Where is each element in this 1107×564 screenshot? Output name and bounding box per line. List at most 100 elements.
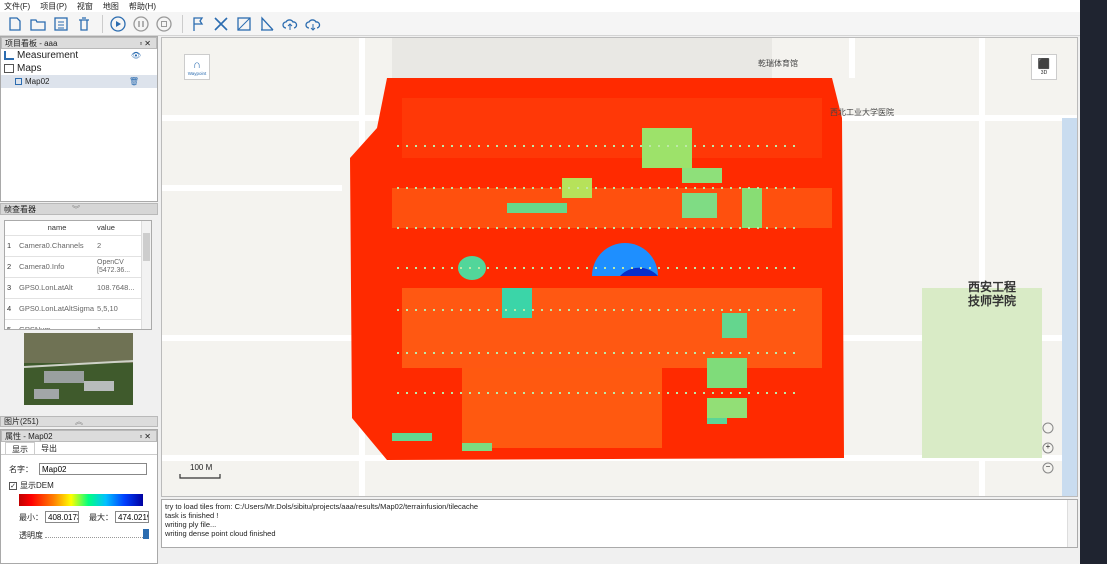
tab-export[interactable]: 导出	[35, 442, 63, 454]
measure-icon[interactable]	[257, 14, 277, 34]
max-input[interactable]	[115, 511, 149, 523]
dem-color-ramp	[19, 494, 143, 506]
frame-preview-image	[24, 333, 133, 405]
tree-item-label: Map02	[25, 77, 50, 86]
log-line: try to load tiles from: C:/Users/Mr.Dols…	[165, 502, 479, 511]
flag-icon[interactable]	[188, 14, 208, 34]
map-icon	[15, 78, 22, 85]
row-name: GPS0.LonLatAltSigma	[17, 298, 95, 320]
table-header-value[interactable]: value	[95, 221, 143, 236]
poi-college[interactable]: 西安工程 技师学院	[968, 280, 1016, 308]
app-window: 文件(F) 项目(P) 视窗 地图 帮助(H) 项目看板 - aaa ▫✕ Me…	[0, 0, 1107, 564]
new-icon[interactable]	[5, 14, 25, 34]
properties-panel: 属性 - Map02 ▫✕ 显示 导出 名字： ✓ 显示DEM 最小： 最大： …	[0, 429, 158, 564]
tab-display[interactable]: 显示	[5, 442, 35, 454]
opacity-slider-handle[interactable]	[143, 528, 149, 539]
frame-viewer-title: 帧查看器	[4, 204, 36, 214]
toolbar-separator	[102, 14, 103, 33]
toolbar	[0, 12, 1080, 36]
row-value: 5,5,10	[95, 298, 143, 320]
measurement-icon	[4, 51, 14, 60]
collapse-chevron-icon[interactable]: ︾	[72, 204, 85, 215]
zoom-out-icon[interactable]: −	[1042, 462, 1054, 474]
folder-icon	[4, 64, 14, 73]
trash-icon[interactable]: 🗑	[129, 77, 139, 86]
name-label: 名字：	[9, 464, 33, 474]
table-row[interactable]: 3 GPS0.LonLatAlt 108.7648...	[5, 277, 143, 299]
log-scrollbar[interactable]	[1067, 500, 1077, 547]
max-label: 最大：	[89, 512, 113, 522]
row-name: GPS0.LonLatAlt	[17, 277, 95, 299]
download-cloud-icon[interactable]	[303, 14, 323, 34]
tree-item-measurement[interactable]: Measurement 👁	[1, 49, 157, 62]
toolbar-separator	[182, 14, 183, 33]
row-value: 1	[95, 319, 143, 329]
menu-project[interactable]: 项目(P)	[40, 1, 67, 12]
project-panel-title: 项目看板 - aaa	[5, 38, 58, 48]
cross-tools-icon[interactable]	[211, 14, 231, 34]
map-scale-label: 100 M	[190, 463, 213, 472]
menu-map[interactable]: 地图	[103, 1, 119, 12]
menu-file[interactable]: 文件(F)	[4, 1, 30, 12]
name-row: 名字：	[9, 463, 147, 475]
poi-stadium[interactable]: 乾瑞体育馆	[758, 58, 798, 69]
expand-chevron-icon[interactable]: ︽	[75, 416, 83, 427]
map-view[interactable]: ∩ Waypoint ⬛ 3D 乾瑞体育馆 西北工业大学医院 西安工程 技师学院…	[161, 37, 1078, 497]
log-console[interactable]: try to load tiles from: C:/Users/Mr.Dols…	[161, 499, 1078, 548]
open-icon[interactable]	[28, 14, 48, 34]
min-input[interactable]	[45, 511, 79, 523]
panel-float-close-icon[interactable]: ▫✕	[139, 39, 156, 48]
menu-help[interactable]: 帮助(H)	[129, 1, 156, 12]
poi-hospital[interactable]: 西北工业大学医院	[830, 107, 894, 118]
view-3d-label: 3D	[1040, 69, 1048, 76]
show-dem-checkbox[interactable]: ✓	[9, 481, 17, 490]
properties-title: 属性 - Map02	[5, 431, 53, 441]
tree-item-map02[interactable]: Map02 🗑	[1, 75, 157, 88]
tree-item-label: Maps	[17, 63, 42, 74]
frame-preview-graphic	[24, 333, 133, 405]
map-canvas[interactable]	[162, 38, 1078, 497]
name-input[interactable]	[39, 463, 147, 475]
list-icon[interactable]	[51, 14, 71, 34]
zoom-in-icon[interactable]: +	[1042, 442, 1054, 454]
upload-cloud-icon[interactable]	[280, 14, 300, 34]
view-3d-button[interactable]: ⬛ 3D	[1031, 54, 1057, 80]
properties-header: 属性 - Map02 ▫✕	[1, 430, 157, 442]
row-index: 2	[5, 256, 17, 278]
table-row[interactable]: 5 GPSNum 1	[5, 319, 143, 329]
table-row[interactable]: 1 Camera0.Channels 2	[5, 235, 143, 257]
log-line: task is finished !	[165, 511, 219, 520]
table-row[interactable]: 4 GPS0.LonLatAltSigma 5,5,10	[5, 298, 143, 320]
panel-float-close-icon[interactable]: ▫✕	[139, 432, 156, 441]
table-header-name[interactable]: name	[17, 221, 95, 236]
log-line: writing ply file...	[165, 520, 217, 529]
menu-view[interactable]: 视窗	[77, 1, 93, 12]
locate-icon[interactable]	[1042, 422, 1054, 434]
row-name: Camera0.Info	[17, 256, 95, 278]
visibility-eye-icon[interactable]: 👁	[131, 51, 141, 60]
crop-icon[interactable]	[234, 14, 254, 34]
opacity-row: 透明度	[19, 528, 149, 541]
delete-icon[interactable]	[74, 14, 94, 34]
frame-viewer-table: name value 1 Camera0.Channels 2 2 Camera…	[4, 220, 152, 330]
opacity-slider[interactable]	[45, 528, 149, 539]
row-name: GPSNum	[17, 319, 95, 329]
waypoint-button[interactable]: ∩ Waypoint	[184, 54, 210, 80]
images-panel-title: 图片(251)	[4, 417, 39, 426]
waypoint-label: Waypoint	[187, 70, 207, 76]
tree-item-maps[interactable]: Maps	[1, 62, 157, 75]
images-panel-header[interactable]: 图片(251) ︽	[0, 416, 158, 427]
waypoint-icon: ∩	[193, 58, 201, 71]
pause-icon[interactable]	[131, 14, 151, 34]
table-row[interactable]: 2 Camera0.Info OpenCV [5472.36...	[5, 256, 143, 278]
background-window-strip	[1080, 0, 1107, 564]
row-index: 5	[5, 319, 17, 329]
table-scrollbar[interactable]	[141, 221, 151, 329]
play-icon[interactable]	[108, 14, 128, 34]
row-value: 2	[95, 235, 143, 257]
stop-icon[interactable]	[154, 14, 174, 34]
show-dem-label: 显示DEM	[20, 481, 54, 490]
project-panel-header: 项目看板 - aaa ▫✕	[1, 37, 157, 49]
show-dem-row: ✓ 显示DEM	[9, 480, 54, 491]
opacity-label: 透明度	[19, 531, 43, 540]
